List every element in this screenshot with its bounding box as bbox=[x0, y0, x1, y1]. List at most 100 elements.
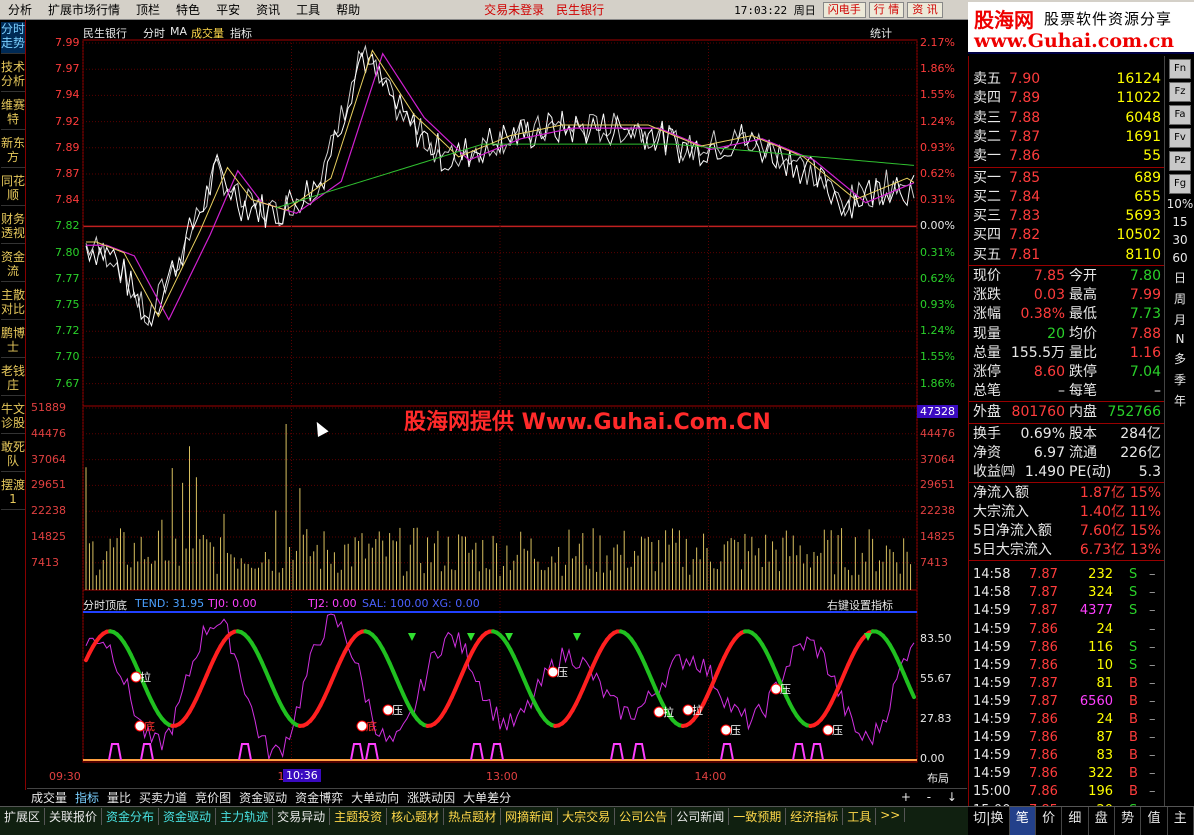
sell-row[interactable]: 卖三 7.88 6048 bbox=[969, 109, 1165, 128]
buy-row[interactable]: 买一 7.85 689 bbox=[969, 169, 1165, 188]
ext-company-announce[interactable]: 公司公告 bbox=[615, 808, 673, 825]
right-tool-17[interactable]: 年 bbox=[1166, 392, 1194, 409]
chart-mode[interactable]: 分时 bbox=[143, 25, 165, 41]
tab-price[interactable]: 价 bbox=[1036, 807, 1063, 835]
trade-login-status[interactable]: 交易未登录 bbox=[478, 1, 550, 18]
sell-price: 7.86 bbox=[1009, 148, 1041, 165]
tab-fund-game[interactable]: 资金博弈 bbox=[291, 789, 347, 806]
chart-ma[interactable]: MA bbox=[170, 25, 187, 38]
sell-label: 卖三 bbox=[973, 109, 1001, 126]
leftnav-capital-flow[interactable]: 资金流 bbox=[1, 250, 25, 282]
chart-stats-button[interactable]: 统计 bbox=[870, 25, 892, 41]
leftnav-intraday[interactable]: 分时走势 bbox=[1, 22, 25, 54]
switch-button[interactable]: 切|换 bbox=[968, 807, 1010, 835]
menu-special[interactable]: 特色 bbox=[168, 1, 208, 18]
tab-size-controls[interactable]: + - ↓ bbox=[897, 790, 967, 804]
leftnav-tech[interactable]: 技术分析 bbox=[1, 60, 25, 92]
ext-area[interactable]: 扩展区 bbox=[0, 808, 46, 825]
layout-button[interactable]: 布局 bbox=[927, 770, 949, 786]
right-tool-15[interactable]: 多 bbox=[1166, 350, 1194, 367]
tab-main[interactable]: 主 bbox=[1168, 807, 1194, 835]
leftnav-weisaite[interactable]: 维赛特 bbox=[1, 98, 25, 130]
leftnav-niuwen[interactable]: 牛文诊股 bbox=[1, 402, 25, 434]
right-tool-3[interactable]: Fa bbox=[1169, 105, 1191, 125]
tab-buy-sell-power[interactable]: 买卖力道 bbox=[135, 789, 191, 806]
leftnav-finance[interactable]: 财务透视 bbox=[1, 212, 25, 244]
menu-info[interactable]: 资讯 bbox=[248, 1, 288, 18]
buy-row[interactable]: 买四 7.82 10502 bbox=[969, 226, 1165, 245]
ext-block-trade[interactable]: 大宗交易 bbox=[558, 808, 616, 825]
ext-economic-index[interactable]: 经济指标 bbox=[786, 808, 844, 825]
right-tool-14[interactable]: N bbox=[1166, 332, 1194, 346]
right-tool-16[interactable]: 季 bbox=[1166, 371, 1194, 388]
ext-tools[interactable]: 工具 bbox=[843, 808, 877, 825]
right-tool-11[interactable]: 日 bbox=[1166, 269, 1194, 286]
ext-company-news[interactable]: 公司新闻 bbox=[672, 808, 730, 825]
right-tool-4[interactable]: Fv bbox=[1169, 128, 1191, 148]
ext-related-quote[interactable]: 关联报价 bbox=[45, 808, 103, 825]
right-tool-10[interactable]: 60 bbox=[1166, 251, 1194, 265]
sell-volume: 6048 bbox=[1125, 109, 1161, 126]
ext-more[interactable]: >> bbox=[876, 808, 906, 822]
quote-button[interactable]: 行 情 bbox=[868, 1, 905, 18]
ext-hot-topic[interactable]: 热点题材 bbox=[444, 808, 502, 825]
tab-book[interactable]: 盘 bbox=[1089, 807, 1115, 835]
ext-trade-anomaly[interactable]: 交易异动 bbox=[273, 808, 331, 825]
tab-auction[interactable]: 竞价图 bbox=[191, 789, 235, 806]
ext-consensus[interactable]: 一致预期 bbox=[729, 808, 787, 825]
leftnav-pengboshi[interactable]: 鹏博士 bbox=[1, 326, 25, 358]
menu-ext-market[interactable]: 扩展市场行情 bbox=[40, 1, 128, 18]
tab-fund-drive[interactable]: 资金驱动 bbox=[235, 789, 291, 806]
leftnav-main-retail[interactable]: 主散对比 bbox=[1, 288, 25, 320]
leftnav-tonghuashun[interactable]: 同花顺 bbox=[1, 174, 25, 206]
ext-main-track[interactable]: 主力轨迹 bbox=[216, 808, 274, 825]
indicator-tend: TEND: 31.95 bbox=[135, 597, 205, 610]
right-tool-9[interactable]: 30 bbox=[1166, 233, 1194, 247]
right-tool-6[interactable]: Fg bbox=[1169, 174, 1191, 194]
ext-news-digest[interactable]: 网摘新闻 bbox=[501, 808, 559, 825]
tab-value[interactable]: 值 bbox=[1141, 807, 1168, 835]
menu-analysis[interactable]: 分析 bbox=[0, 1, 40, 18]
buy-row[interactable]: 买五 7.81 8110 bbox=[969, 246, 1165, 265]
flash-trade-button[interactable]: 闪电手 bbox=[822, 1, 866, 18]
right-tool-7[interactable]: 10% bbox=[1166, 197, 1194, 211]
tab-big-order[interactable]: 大单动向 bbox=[347, 789, 403, 806]
leftnav-xindongfang[interactable]: 新东方 bbox=[1, 136, 25, 168]
sell-row[interactable]: 卖五 7.90 16124 bbox=[969, 70, 1165, 89]
right-tool-8[interactable]: 15 bbox=[1166, 215, 1194, 229]
leftnav-baidu1[interactable]: 摆渡1 bbox=[1, 478, 25, 510]
right-tool-12[interactable]: 周 bbox=[1166, 290, 1194, 307]
right-tool-1[interactable]: Fn bbox=[1169, 59, 1191, 79]
tab-change-reason[interactable]: 涨跌动因 bbox=[403, 789, 459, 806]
menu-pingan[interactable]: 平安 bbox=[208, 1, 248, 18]
sell-row[interactable]: 卖二 7.87 1691 bbox=[969, 128, 1165, 147]
sell-row[interactable]: 卖一 7.86 55 bbox=[969, 147, 1165, 166]
menu-tools[interactable]: 工具 bbox=[288, 1, 328, 18]
ext-fund-distribution[interactable]: 资金分布 bbox=[102, 808, 160, 825]
tab-detail[interactable]: 细 bbox=[1062, 807, 1089, 835]
tab-big-order-diff[interactable]: 大单差分 bbox=[459, 789, 515, 806]
right-tool-5[interactable]: Pz bbox=[1169, 151, 1191, 171]
sell-row[interactable]: 卖四 7.89 11022 bbox=[969, 89, 1165, 108]
tab-trend[interactable]: 势 bbox=[1115, 807, 1142, 835]
buy-row[interactable]: 买三 7.83 5693 bbox=[969, 207, 1165, 226]
chart-indicator-tag[interactable]: 指标 bbox=[230, 25, 252, 41]
ext-theme-invest[interactable]: 主题投资 bbox=[330, 808, 388, 825]
indicator-setting[interactable]: 右键设置指标 bbox=[827, 597, 893, 613]
buy-row[interactable]: 买二 7.84 655 bbox=[969, 188, 1165, 207]
tab-volume-ratio[interactable]: 量比 bbox=[103, 789, 135, 806]
leftnav-laoqianzhuang[interactable]: 老钱庄 bbox=[1, 364, 25, 396]
tab-volume[interactable]: 成交量 bbox=[27, 789, 71, 806]
ext-core-topic[interactable]: 核心题材 bbox=[387, 808, 445, 825]
leftnav-gansidui[interactable]: 敢死队 bbox=[1, 440, 25, 472]
tick-dash: – bbox=[1149, 766, 1156, 782]
tab-indicator[interactable]: 指标 bbox=[71, 789, 103, 806]
tab-trades[interactable]: 笔 bbox=[1009, 807, 1036, 835]
right-tool-13[interactable]: 月 bbox=[1166, 311, 1194, 328]
menu-topbar[interactable]: 顶栏 bbox=[128, 1, 168, 18]
news-button[interactable]: 资 讯 bbox=[907, 1, 943, 18]
chart-volume-tag[interactable]: 成交量 bbox=[191, 25, 224, 41]
menu-help[interactable]: 帮助 bbox=[328, 1, 368, 18]
right-tool-2[interactable]: Fz bbox=[1169, 82, 1191, 102]
ext-fund-drive[interactable]: 资金驱动 bbox=[159, 808, 217, 825]
